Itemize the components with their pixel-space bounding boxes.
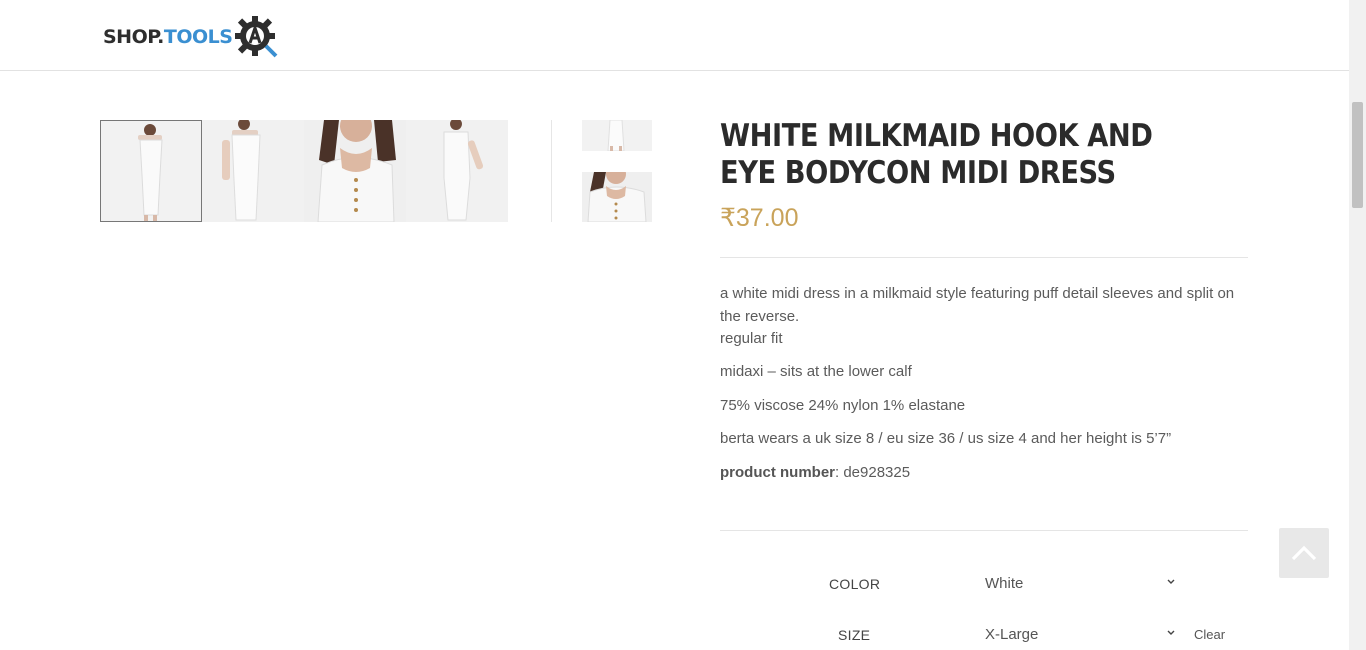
- gallery-thumb-3[interactable]: [304, 120, 406, 222]
- chevron-down-icon: [1167, 630, 1175, 635]
- description-line-4: 75% viscose 24% nylon 1% elastane: [720, 397, 966, 414]
- vertical-thumb-1[interactable]: [582, 120, 652, 151]
- gallery-thumb-4[interactable]: [406, 120, 508, 222]
- size-label: SIZE: [838, 627, 871, 643]
- product-number-label: product number: [720, 464, 835, 481]
- vertical-thumb-2[interactable]: [582, 172, 652, 222]
- gallery-thumbnails: [100, 120, 508, 222]
- chevron-up-icon: [1291, 545, 1317, 561]
- site-logo[interactable]: SHOP.TOOLS A: [103, 14, 280, 60]
- product-image: [100, 120, 202, 222]
- svg-text:A: A: [234, 14, 235, 15]
- product-image: [582, 120, 652, 151]
- description-line-1: a white midi dress in a milkmaid style f…: [720, 285, 1235, 325]
- product-image: [202, 120, 304, 222]
- description-line-2: regular fit: [720, 330, 783, 347]
- gallery-thumb-1[interactable]: [100, 120, 202, 222]
- site-header: SHOP.TOOLS A: [0, 0, 1349, 71]
- divider: [720, 530, 1248, 531]
- description-line-3: midaxi – sits at the lower calf: [720, 363, 912, 380]
- gallery-thumb-2[interactable]: [202, 120, 304, 222]
- logo-text: SHOP.TOOLS: [103, 26, 233, 48]
- color-select-value: White: [985, 574, 1024, 592]
- color-select[interactable]: White: [976, 566, 1186, 600]
- product-image: [304, 120, 406, 222]
- color-label: COLOR: [829, 576, 881, 592]
- chevron-down-icon: [1167, 579, 1175, 584]
- description-line-5: berta wears a uk size 8 / eu size 36 / u…: [720, 430, 1172, 447]
- product-number-value: : de928325: [835, 464, 911, 481]
- gallery-divider: [551, 120, 552, 222]
- product-title: WHITE MILKMAID HOOK AND EYE BODYCON MIDI…: [720, 118, 1153, 191]
- back-to-top-button[interactable]: [1279, 528, 1329, 578]
- size-select[interactable]: X-Large: [976, 617, 1186, 650]
- product-number: product number: de928325: [720, 462, 1250, 485]
- product-image: [406, 120, 508, 222]
- gear-icon: A: [234, 14, 278, 58]
- clear-variations-link[interactable]: Clear: [1194, 627, 1225, 642]
- product-price: ₹37.00: [720, 204, 799, 232]
- page-scrollbar[interactable]: [1349, 0, 1366, 650]
- divider: [720, 257, 1248, 258]
- product-image: [582, 172, 652, 222]
- scrollbar-thumb[interactable]: [1352, 102, 1363, 208]
- size-select-value: X-Large: [985, 625, 1039, 643]
